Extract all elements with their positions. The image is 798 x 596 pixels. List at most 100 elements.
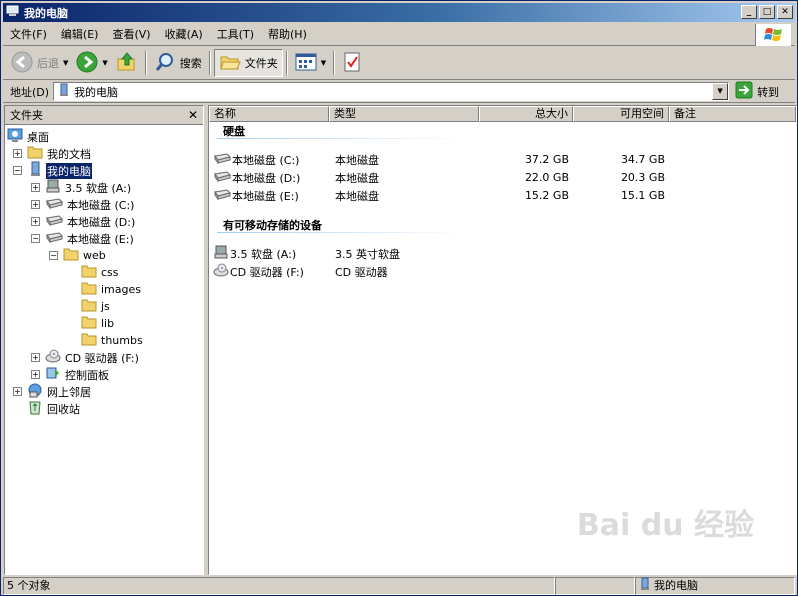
tree-item[interactable]: images (67, 281, 142, 298)
item-name: 3.5 软盘 (A:) (230, 247, 297, 261)
tree-item-label: 网上邻居 (47, 385, 91, 399)
tree-item-label: lib (101, 317, 115, 330)
item-type: 本地磁盘 (335, 189, 379, 203)
expand-icon[interactable]: + (31, 217, 40, 226)
collapse-icon[interactable]: − (13, 166, 22, 175)
tree-item[interactable]: js (67, 298, 111, 315)
chevron-down-icon[interactable]: ▼ (712, 83, 729, 100)
list-item[interactable]: 本地磁盘 (D:) 本地磁盘 22.0 GB 20.3 GB (213, 169, 793, 186)
list-item[interactable]: 3.5 软盘 (A:) 3.5 英寸软盘 (213, 245, 793, 262)
folders-button[interactable]: 文件夹 (213, 49, 283, 77)
tree-item[interactable]: − 我的电脑 (13, 161, 92, 179)
minimize-button[interactable]: _ (741, 5, 757, 19)
item-name-cell: 本地磁盘 (E:) (213, 188, 335, 204)
column-header-total[interactable]: 总大小 (479, 106, 573, 122)
back-button[interactable]: 后退 ▼ (7, 49, 72, 77)
column-header-free[interactable]: 可用空间 (573, 106, 669, 122)
maximize-button[interactable]: □ (759, 5, 775, 19)
tree-item[interactable]: 桌面 (7, 128, 50, 145)
go-label: 转到 (757, 85, 780, 99)
expand-icon[interactable]: + (31, 353, 40, 362)
tree-item[interactable]: + 控制面板 (31, 366, 110, 383)
tree-item[interactable]: + 我的文档 (13, 145, 92, 162)
tree-item[interactable]: + 本地磁盘 (C:) (31, 196, 135, 213)
tree-item[interactable]: + 网上邻居 (13, 383, 92, 400)
tree-item[interactable]: lib (67, 315, 115, 332)
close-icon[interactable]: ✕ (188, 108, 198, 122)
group-divider (217, 138, 467, 139)
tree-item[interactable]: + CD 驱动器 (F:) (31, 349, 140, 366)
status-bar: 5 个对象 我的电脑 (3, 577, 795, 595)
tree-item[interactable]: − web (49, 247, 107, 264)
chevron-down-icon[interactable]: ▼ (321, 59, 326, 67)
views-button[interactable]: ▼ (291, 49, 330, 77)
item-name: CD 驱动器 (F:) (230, 265, 304, 279)
floppy-icon (213, 244, 229, 263)
tree-item[interactable]: 回收站 (13, 400, 81, 417)
list-item[interactable]: 本地磁盘 (E:) 本地磁盘 15.2 GB 15.1 GB (213, 187, 793, 204)
list-item[interactable]: 本地磁盘 (C:) 本地磁盘 37.2 GB 34.7 GB (213, 151, 793, 168)
expand-icon[interactable]: + (13, 149, 22, 158)
menu-tools[interactable]: 工具(T) (210, 25, 261, 45)
column-header-name[interactable]: 名称 (209, 106, 329, 122)
address-bar: 地址(D) 我的电脑 ▼ 转到 (3, 81, 795, 103)
folders-pane: 文件夹 ✕ 桌面 + 我的文档 − 我的电脑 +3.5 软盘 (A:) + 本地磁盘 (C:)… (4, 105, 204, 575)
properties-button[interactable] (338, 49, 366, 77)
computer-icon (639, 577, 651, 596)
menu-edit[interactable]: 编辑(E) (54, 25, 106, 45)
tree-item[interactable]: +3.5 软盘 (A:) (31, 179, 132, 196)
cd-icon (213, 262, 229, 281)
search-label: 搜索 (179, 57, 202, 70)
menu-help[interactable]: 帮助(H) (261, 25, 314, 45)
expand-icon[interactable]: + (31, 183, 40, 192)
item-name-cell: CD 驱动器 (F:) (213, 262, 335, 281)
status-location-label: 我的电脑 (654, 579, 698, 592)
tree-item-label: 回收站 (47, 402, 80, 416)
toolbar-separator (144, 51, 147, 75)
expand-icon[interactable]: + (13, 387, 22, 396)
tree-item[interactable]: + 本地磁盘 (D:) (31, 213, 136, 230)
title-bar[interactable]: 我的电脑 _ □ ✕ (3, 3, 795, 22)
status-count: 5 个对象 (3, 577, 555, 595)
tree-item[interactable]: − 本地磁盘 (E:) (31, 230, 135, 247)
expand-icon[interactable]: + (31, 200, 40, 209)
windows-logo-icon (755, 24, 791, 46)
tree-item[interactable]: css (67, 264, 120, 281)
item-free-space: 34.7 GB (620, 153, 665, 166)
item-total-size: 37.2 GB (524, 153, 569, 166)
item-name: 本地磁盘 (D:) (232, 171, 301, 185)
search-button[interactable]: 搜索 (150, 49, 206, 77)
computer-icon (6, 4, 20, 21)
back-arrow-icon (11, 51, 33, 76)
item-type: CD 驱动器 (335, 265, 388, 279)
desktop-icon (7, 127, 23, 146)
toolbar-separator (208, 51, 211, 75)
tree-item-label: 控制面板 (65, 368, 109, 382)
folder-open-icon (219, 51, 241, 76)
go-button[interactable]: 转到 (735, 81, 779, 102)
address-input[interactable]: 我的电脑 ▼ (53, 82, 730, 101)
close-button[interactable]: ✕ (777, 5, 793, 19)
floppy-icon (45, 178, 61, 197)
column-header-notes[interactable]: 备注 (669, 106, 796, 122)
item-free-space: 20.3 GB (620, 171, 665, 184)
up-folder-button[interactable] (112, 49, 142, 77)
menu-view[interactable]: 查看(V) (105, 25, 157, 45)
tree-item[interactable]: thumbs (67, 332, 144, 349)
item-name-cell: 本地磁盘 (C:) (213, 152, 335, 168)
menu-favorites[interactable]: 收藏(A) (158, 25, 210, 45)
views-icon (295, 52, 317, 75)
chevron-down-icon[interactable]: ▼ (63, 59, 68, 67)
column-header-type[interactable]: 类型 (329, 106, 479, 122)
collapse-icon[interactable]: − (31, 234, 40, 243)
status-location: 我的电脑 (635, 577, 795, 595)
list-item[interactable]: CD 驱动器 (F:) CD 驱动器 (213, 263, 793, 280)
chevron-down-icon[interactable]: ▼ (102, 59, 107, 67)
expand-icon[interactable]: + (31, 370, 40, 379)
search-icon (154, 51, 176, 76)
collapse-icon[interactable]: − (49, 251, 58, 260)
toolbar-separator (333, 51, 336, 75)
tree-item-label: 我的文档 (47, 147, 91, 161)
menu-file[interactable]: 文件(F) (3, 25, 54, 45)
forward-button[interactable]: ▼ (72, 49, 111, 77)
